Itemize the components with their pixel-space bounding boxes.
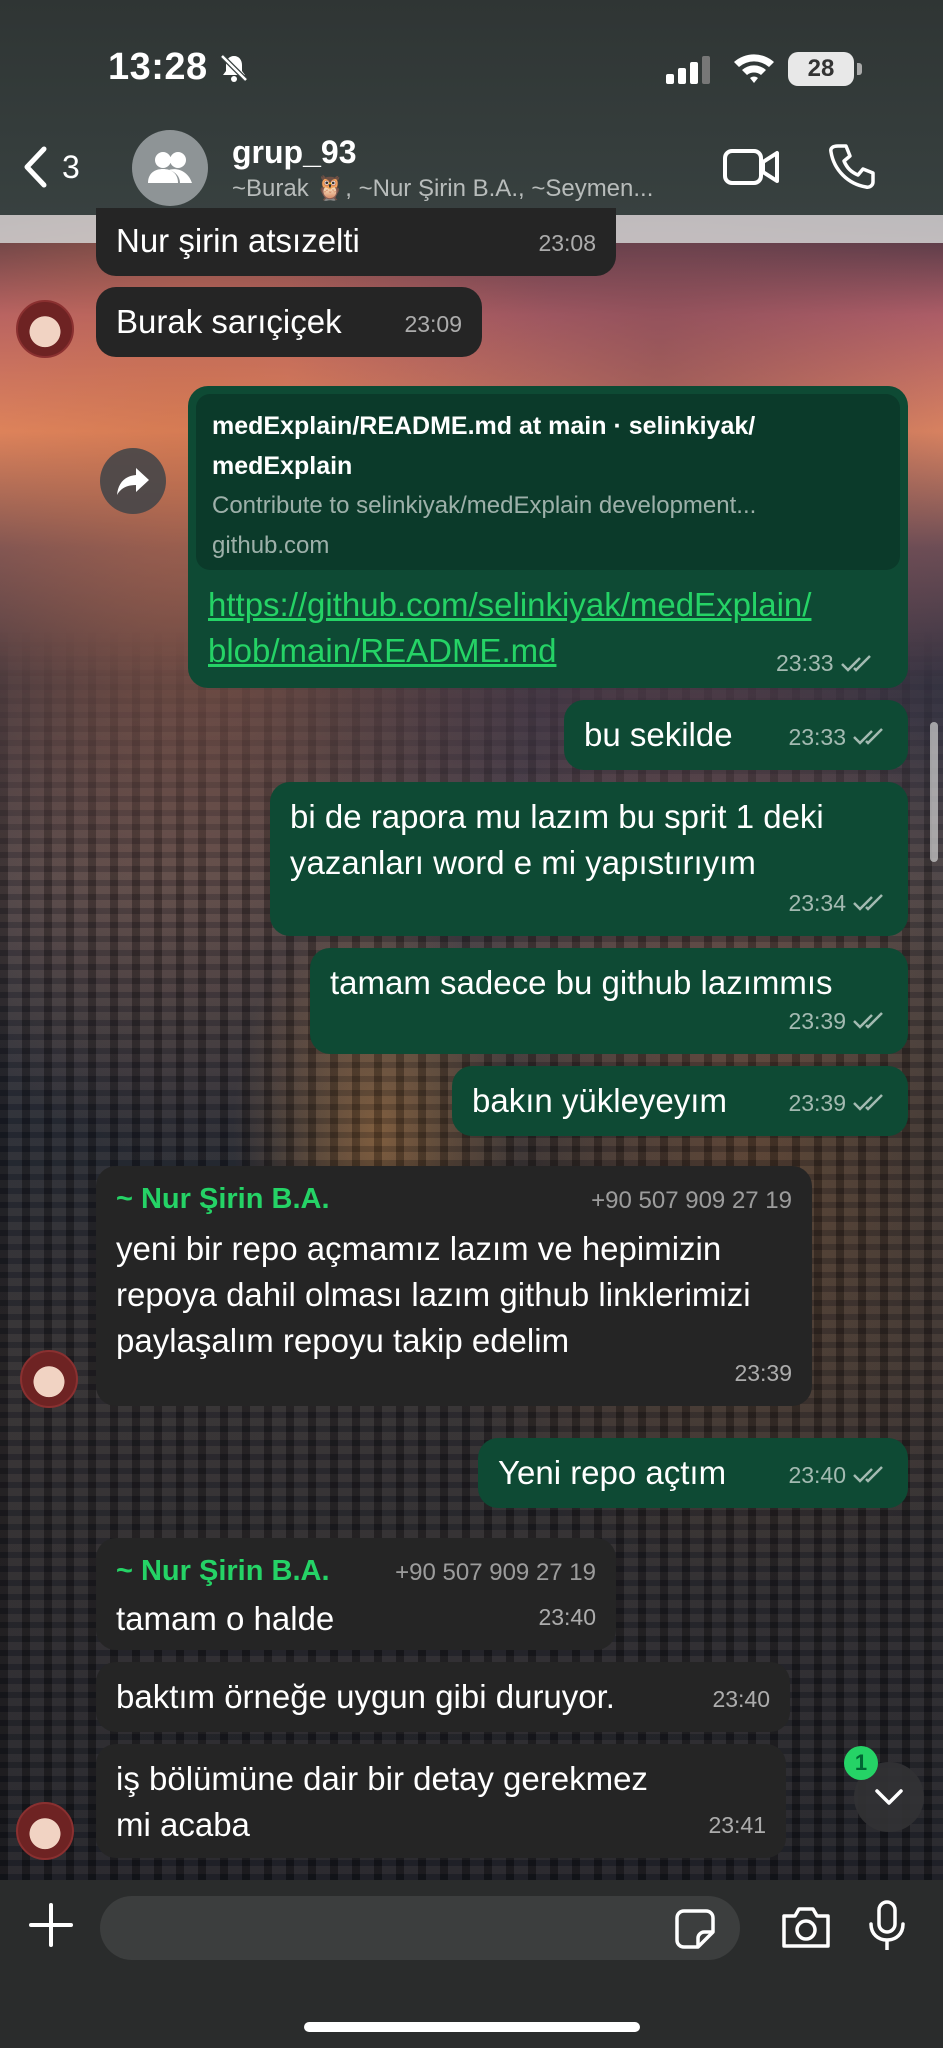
message-text: bakın yükleyeyım [472,1082,727,1119]
microphone-button[interactable] [868,1900,906,1952]
status-bar: 13:28 28 [0,0,943,120]
message-time: 23:33 [776,650,876,677]
message-time: 23:39 [788,998,888,1044]
message-text: baktım örneğe uygun gibi duruyor. [116,1678,615,1715]
unread-badge: 1 [844,1746,878,1780]
link-preview-title: medExplain/README.md at main · selinkiya… [212,412,756,480]
message-time: 23:39 [734,1360,792,1386]
phone-call-button[interactable] [828,142,876,190]
group-members[interactable]: ~Burak 🦉, ~Nur Şirin B.A., ~Seymen... [232,174,702,203]
message-bubble[interactable]: bakın yükleyeyım 23:39 [452,1066,908,1136]
back-button[interactable]: 3 [22,142,80,192]
group-icon [148,152,192,183]
message-time: 23:34 [788,880,888,926]
link-preview-description: Contribute to selinkiyak/medExplain deve… [212,492,757,519]
forward-button[interactable] [100,448,166,514]
message-time: 23:33 [788,714,888,760]
message-time: 23:41 [708,1812,766,1838]
double-check-icon [853,1094,883,1111]
message-text: yeni bir repo açmamız lazım ve hepimizin… [116,1230,751,1359]
video-call-button[interactable] [722,144,780,190]
message-bubble[interactable]: ~ Nur Şirin B.A. +90 507 909 27 19 tamam… [96,1538,616,1650]
link-preview-domain: github.com [212,532,330,559]
message-text: Nur şirin atsızelti [116,222,360,259]
sender-row: ~ Nur Şirin B.A. +90 507 909 27 19 [116,1176,792,1224]
sender-row: ~ Nur Şirin B.A. +90 507 909 27 19 [116,1548,596,1596]
double-check-icon [853,728,883,745]
message-composer [0,1880,943,2048]
message-bubble[interactable]: Burak sarıçiçek 23:09 [96,287,482,357]
cellular-signal-icon [666,56,710,84]
message-input[interactable] [100,1896,740,1960]
chevron-left-icon [24,146,47,188]
message-bubble[interactable]: Yeni repo açtım 23:40 [478,1438,908,1508]
sender-avatar[interactable] [20,1350,78,1408]
message-bubble[interactable]: baktım örneğe uygun gibi duruyor. 23:40 [96,1662,790,1732]
sticker-button[interactable] [674,1908,716,1950]
group-avatar[interactable] [132,130,208,206]
sender-avatar[interactable] [16,1802,74,1860]
share-arrow-icon [117,468,149,495]
message-time: 23:40 [712,1686,770,1712]
message-bubble[interactable]: Nur şirin atsızelti 23:08 [96,208,616,276]
double-check-icon [853,1012,883,1029]
message-time: 23:40 [538,1604,596,1630]
wifi-icon [734,54,774,83]
message-text: bi de rapora mu lazım bu sprit 1 deki ya… [290,798,824,881]
message-text: bu sekilde [584,716,733,753]
sender-name[interactable]: ~ Nur Şirin B.A. [116,1548,330,1594]
status-time: 13:28 [108,46,208,88]
message-bubble[interactable]: ~ Nur Şirin B.A. +90 507 909 27 19 yeni … [96,1166,812,1406]
battery-indicator: 28 [788,52,862,86]
sender-name[interactable]: ~ Nur Şirin B.A. [116,1176,330,1222]
link-preview-card[interactable]: medExplain/README.md at main · selinkiya… [196,394,900,570]
double-check-icon [853,1466,883,1483]
scrollbar[interactable] [930,722,938,862]
message-time: 23:09 [404,311,462,337]
message-text: tamam o halde [116,1600,335,1637]
bell-slash-icon [220,54,248,82]
sender-avatar[interactable] [16,300,74,358]
group-name[interactable]: grup_93 [232,134,356,171]
message-bubble[interactable]: iş bölümüne dair bir detay gerekmez mi a… [96,1744,786,1858]
camera-button[interactable] [780,1904,832,1950]
message-text: Burak sarıçiçek [116,303,342,340]
double-check-icon [840,654,871,672]
message-text: iş bölümüne dair bir detay gerekmez mi a… [116,1760,648,1843]
message-bubble[interactable]: bi de rapora mu lazım bu sprit 1 deki ya… [270,782,908,936]
chat-header: 3 grup_93 ~Burak 🦉, ~Nur Şirin B.A., ~Se… [0,120,943,215]
unread-chats-count: 3 [62,148,80,185]
top-bar: 13:28 28 3 grup_93 ~Burak 🦉, ~Nur Şirin … [0,0,943,215]
sender-phone: +90 507 909 27 19 [395,1559,596,1586]
sender-phone: +90 507 909 27 19 [591,1187,792,1214]
message-text: tamam sadece bu github lazımmıs [330,964,833,1001]
home-indicator[interactable] [304,2022,640,2032]
message-time: 23:40 [788,1452,888,1498]
double-check-icon [853,894,883,911]
message-text: Yeni repo açtım [498,1454,727,1491]
message-time: 23:08 [538,230,596,256]
message-bubble[interactable]: tamam sadece bu github lazımmıs 23:39 [310,948,908,1054]
message-time: 23:39 [788,1080,888,1126]
message-bubble[interactable]: bu sekilde 23:33 [564,700,908,770]
plus-button[interactable] [28,1902,74,1948]
chevron-down-icon [875,1789,903,1805]
